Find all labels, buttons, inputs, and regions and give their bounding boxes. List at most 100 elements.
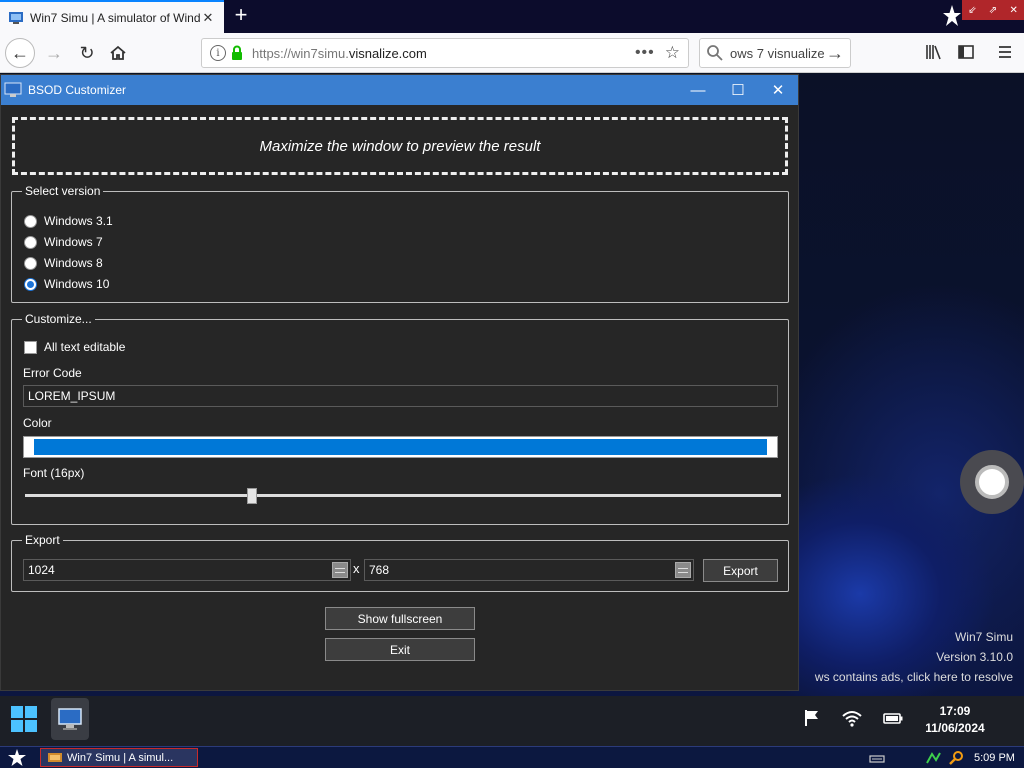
radio-button[interactable] — [24, 235, 37, 249]
ads-notice-link[interactable]: ws contains ads, click here to resolve — [815, 670, 1013, 684]
maximize-button[interactable]: ☐ — [718, 75, 758, 105]
forward-button[interactable]: → — [39, 38, 69, 68]
font-size-slider[interactable] — [25, 494, 781, 497]
arrow-right-icon[interactable]: → — [826, 43, 844, 64]
tab-close-icon[interactable]: ✕ — [200, 10, 216, 26]
times-sign: x — [353, 561, 360, 576]
radio-button[interactable] — [24, 256, 37, 270]
star-start-icon[interactable] — [6, 748, 28, 768]
customize-legend: Customize... — [22, 312, 95, 326]
minimize-button[interactable]: — — [678, 75, 718, 105]
address-bar[interactable]: i https://win7simu.visnalize.com ••• ☆ — [201, 38, 689, 68]
restore-icon[interactable]: ⇗ — [989, 5, 997, 16]
search-input[interactable]: ows 7 visnualize — [730, 46, 826, 61]
page-actions-icon[interactable]: ••• — [635, 44, 655, 62]
close-button[interactable]: ✕ — [758, 75, 798, 105]
sidebar-icon[interactable] — [955, 43, 977, 63]
keyboard-icon[interactable] — [868, 751, 886, 765]
battery-icon[interactable] — [882, 708, 904, 728]
export-height-input[interactable]: 768 — [364, 559, 694, 581]
search-icon — [707, 45, 723, 61]
magnifier-icon[interactable] — [948, 750, 966, 766]
arrow-right-icon: → — [45, 42, 63, 63]
menu-icon[interactable] — [994, 43, 1016, 63]
clock-time[interactable]: 17:09 — [920, 704, 990, 718]
host-task-label: Win7 Simu | A simul... — [67, 751, 174, 764]
win7simu-favicon-icon — [9, 11, 23, 24]
spinner-icon[interactable] — [332, 562, 348, 578]
radio-windows-8[interactable]: Windows 8 — [24, 255, 103, 271]
clock-date[interactable]: 11/06/2024 — [915, 721, 995, 735]
assistive-touch-button[interactable] — [960, 450, 1024, 514]
window-titlebar[interactable]: BSOD Customizer — ☐ ✕ — [1, 75, 798, 105]
font-size-label: Font (16px) — [23, 466, 85, 480]
export-width-input[interactable]: 1024 — [23, 559, 351, 581]
minimize-icon[interactable]: ⇙ — [968, 5, 976, 16]
home-icon — [110, 45, 126, 60]
circle-icon — [975, 465, 1009, 499]
select-version-group: Select version Windows 3.1 Windows 7 Win… — [11, 184, 789, 303]
host-taskbar: Win7 Simu | A simul... 5:09 PM — [0, 746, 1024, 768]
checkbox[interactable] — [24, 340, 37, 354]
taskbar-app-bsod-customizer[interactable] — [51, 698, 89, 740]
search-bar[interactable]: ows 7 visnualize → — [699, 38, 851, 68]
error-code-input[interactable] — [23, 385, 778, 407]
color-picker[interactable] — [23, 436, 778, 458]
maximize-icon: ☐ — [731, 82, 745, 99]
bsod-customizer-window: BSOD Customizer — ☐ ✕ Maximize the windo… — [0, 74, 799, 691]
flag-icon[interactable] — [802, 708, 824, 728]
error-code-label: Error Code — [23, 366, 82, 380]
export-button[interactable]: Export — [703, 559, 778, 582]
watermark-app-name: Win7 Simu — [954, 630, 1013, 644]
color-label: Color — [23, 416, 52, 430]
browser-tab[interactable]: Win7 Simu | A simulator of Windows 7 ✕ — [0, 0, 224, 33]
radio-button-selected[interactable] — [24, 277, 37, 291]
host-window-controls: ⇙ ⇗ ✕ — [962, 0, 1024, 20]
export-legend: Export — [22, 533, 63, 547]
monitor-icon — [4, 82, 22, 97]
slider-thumb[interactable] — [246, 488, 257, 504]
radio-windows-31[interactable]: Windows 3.1 — [24, 213, 113, 229]
export-group: Export 1024 x 768 Export — [11, 533, 789, 592]
spinner-icon[interactable] — [675, 562, 691, 578]
radio-windows-7[interactable]: Windows 7 — [24, 234, 103, 250]
star-logo-icon — [943, 5, 961, 26]
home-button[interactable] — [103, 38, 133, 68]
win7simu-favicon-icon — [48, 752, 62, 762]
all-text-editable-checkbox[interactable]: All text editable — [24, 340, 125, 354]
customize-group: Customize... All text editable Error Cod… — [11, 312, 789, 525]
host-clock[interactable]: 5:09 PM — [974, 752, 1015, 764]
start-button[interactable] — [10, 705, 38, 733]
close-icon[interactable]: ✕ — [1009, 5, 1017, 16]
reload-button[interactable]: ↻ — [72, 38, 102, 68]
browser-toolbar: ← → ↻ i https://win7simu.visnalize.com •… — [0, 33, 1024, 73]
back-button[interactable]: ← — [5, 38, 35, 68]
exit-button[interactable]: Exit — [325, 638, 475, 661]
watermark-version: Version 3.10.0 — [936, 650, 1013, 664]
host-task-win7simu[interactable]: Win7 Simu | A simul... — [40, 748, 198, 767]
url-text: https://win7simu.visnalize.com — [252, 45, 427, 61]
browser-tab-strip: Win7 Simu | A simulator of Windows 7 ✕ +… — [0, 0, 1024, 33]
color-swatch — [34, 439, 767, 455]
radio-windows-10[interactable]: Windows 10 — [24, 276, 109, 292]
new-tab-button[interactable]: + — [230, 4, 252, 28]
preview-banner: Maximize the window to preview the resul… — [12, 117, 788, 175]
taskbar: 17:09 11/06/2024 — [0, 696, 1024, 746]
info-icon[interactable]: i — [210, 45, 226, 61]
bookmark-star-icon[interactable]: ☆ — [665, 43, 680, 63]
select-version-legend: Select version — [22, 184, 104, 198]
close-icon: ✕ — [771, 82, 785, 99]
lock-icon — [232, 45, 242, 60]
monitor-icon — [58, 708, 82, 730]
radio-button[interactable] — [24, 214, 37, 228]
reload-icon: ↻ — [79, 42, 95, 63]
arrow-left-icon: ← — [11, 42, 29, 63]
network-icon[interactable] — [924, 750, 944, 766]
minimize-icon: — — [690, 81, 706, 99]
host-tray: 5:09 PM — [868, 747, 1024, 768]
tab-title: Win7 Simu | A simulator of Windows 7 — [30, 10, 200, 25]
window-title: BSOD Customizer — [28, 83, 127, 97]
library-icon[interactable] — [923, 43, 945, 63]
show-fullscreen-button[interactable]: Show fullscreen — [325, 607, 475, 630]
wifi-icon[interactable] — [841, 708, 863, 728]
